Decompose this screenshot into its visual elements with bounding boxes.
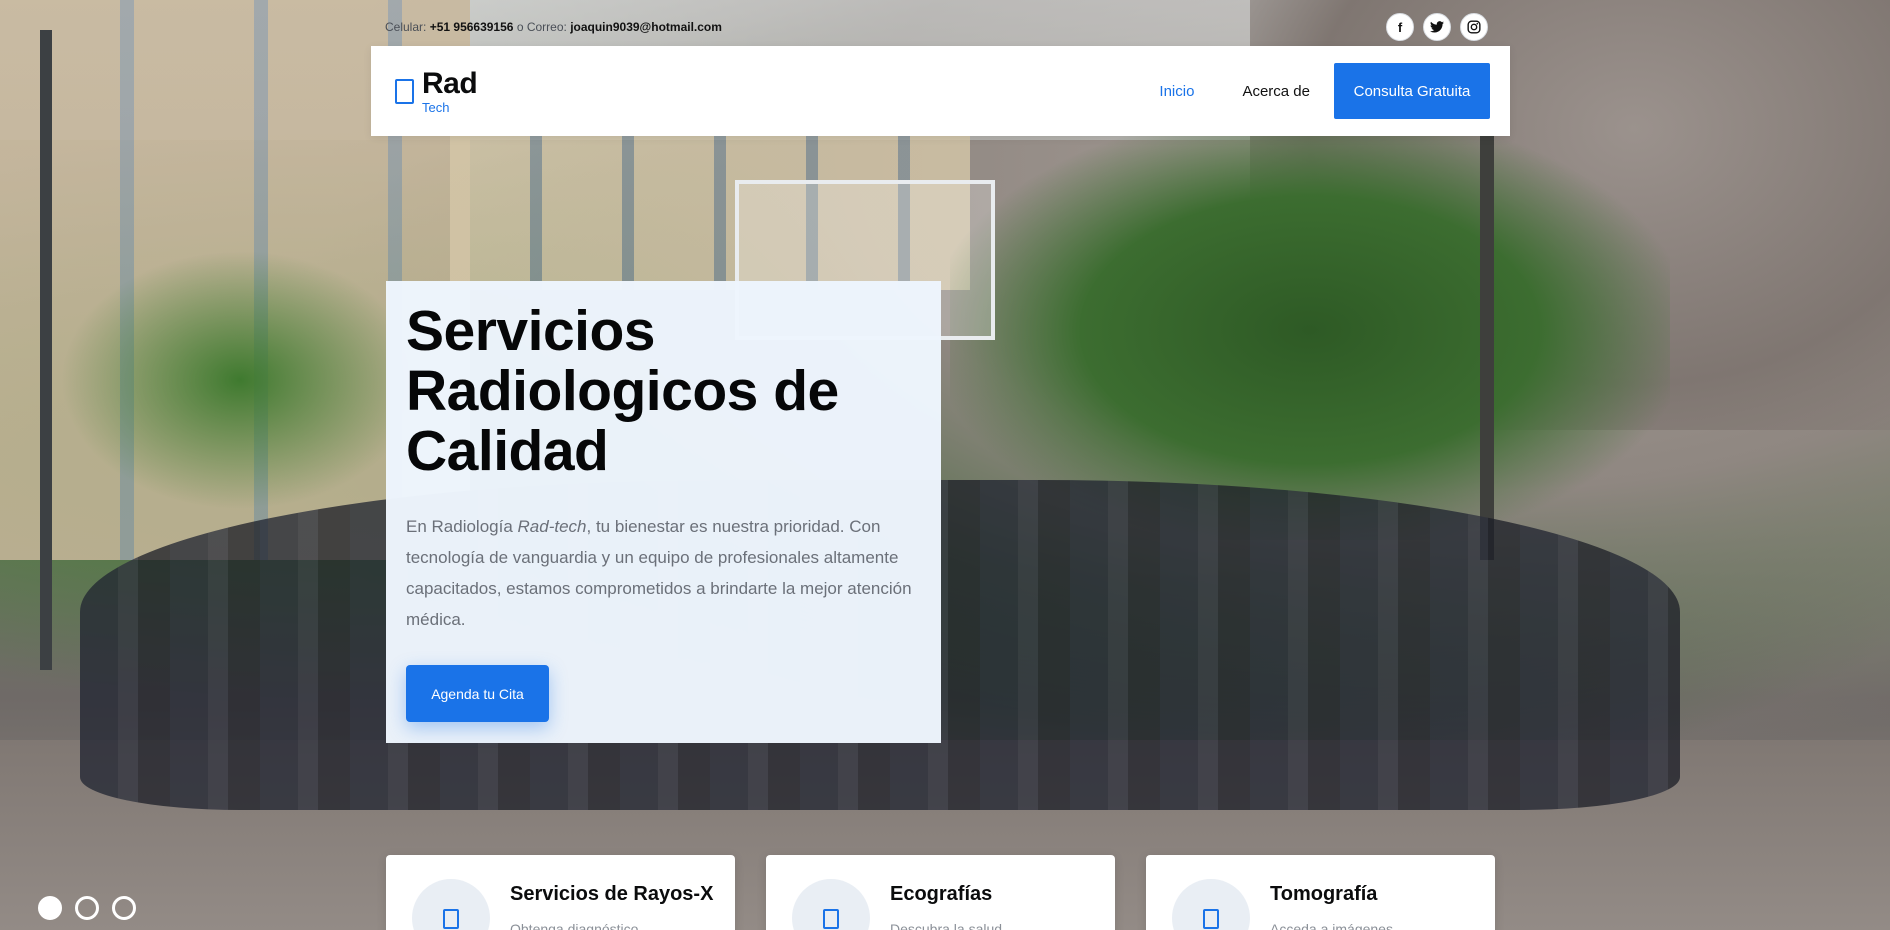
nav-links: Inicio Acerca de Consulta Gratuita [1135, 63, 1490, 119]
hero-desc-brand: Rad-tech [517, 517, 587, 536]
phone-number[interactable]: +51 956639156 [430, 20, 514, 34]
agenda-tu-cita-button[interactable]: Agenda tu Cita [406, 665, 549, 722]
hero-desc-prefix: En Radiología [406, 517, 518, 536]
phone-label: Celular: [385, 20, 427, 34]
twitter-bird-icon [1430, 21, 1444, 33]
services-row: Servicios de Rayos-X Obtenga diagnóstico… [386, 855, 1496, 930]
hero-title: Servicios Radiologicos de Calidad [406, 299, 839, 483]
nav-link-acerca-de[interactable]: Acerca de [1218, 83, 1334, 100]
top-contact-bar: Celular: +51 956639156 o Correo: joaquin… [385, 12, 1510, 42]
service-icon-circle [792, 879, 870, 930]
brand-logo[interactable]: Rad Tech [395, 66, 478, 115]
service-text: Acceda a imágenes [1270, 921, 1393, 930]
facebook-icon[interactable]: f [1386, 13, 1414, 41]
service-card-tomografia[interactable]: Tomografía Acceda a imágenes [1146, 855, 1495, 930]
nav-link-inicio[interactable]: Inicio [1135, 83, 1218, 100]
brand-text: Rad Tech [422, 66, 478, 115]
xray-icon [443, 909, 459, 929]
hero-trees [950, 120, 1670, 540]
twitter-icon[interactable] [1423, 13, 1451, 41]
carousel-dots [38, 896, 136, 920]
main-navbar: Rad Tech Inicio Acerca de Consulta Gratu… [371, 46, 1510, 136]
service-title: Ecografías [890, 883, 993, 905]
service-icon-circle [412, 879, 490, 930]
hero-background [0, 0, 1890, 930]
light-pole-right [1480, 120, 1494, 560]
service-text: Obtenga diagnóstico [510, 921, 639, 930]
brand-icon [395, 78, 414, 104]
hero-trees-left [60, 250, 420, 510]
carousel-dot-3[interactable] [112, 896, 136, 920]
tomography-icon [1203, 909, 1219, 929]
carousel-dot-2[interactable] [75, 896, 99, 920]
carousel-dot-1[interactable] [38, 896, 62, 920]
hero-description: En Radiología Rad-tech, tu bienestar es … [406, 511, 921, 635]
light-pole [40, 30, 52, 670]
instagram-icon[interactable] [1460, 13, 1488, 41]
consulta-gratuita-button[interactable]: Consulta Gratuita [1334, 63, 1490, 119]
service-card-ecografias[interactable]: Ecografías Descubra la salud [766, 855, 1115, 930]
service-title: Servicios de Rayos-X [510, 883, 714, 905]
social-links: f [1386, 13, 1488, 41]
email-address[interactable]: joaquin9039@hotmail.com [570, 20, 722, 34]
instagram-glyph-icon [1467, 20, 1481, 34]
service-icon-circle [1172, 879, 1250, 930]
contact-info: Celular: +51 956639156 o Correo: joaquin… [385, 20, 722, 34]
ultrasound-icon [823, 909, 839, 929]
service-text: Descubra la salud [890, 921, 1003, 930]
email-label: o Correo: [516, 20, 567, 34]
hero-card: Servicios Radiologicos de Calidad En Rad… [386, 281, 941, 743]
brand-name: Rad [422, 66, 478, 100]
brand-subtitle: Tech [422, 99, 450, 115]
service-card-rayos-x[interactable]: Servicios de Rayos-X Obtenga diagnóstico [386, 855, 735, 930]
service-title: Tomografía [1270, 883, 1378, 905]
